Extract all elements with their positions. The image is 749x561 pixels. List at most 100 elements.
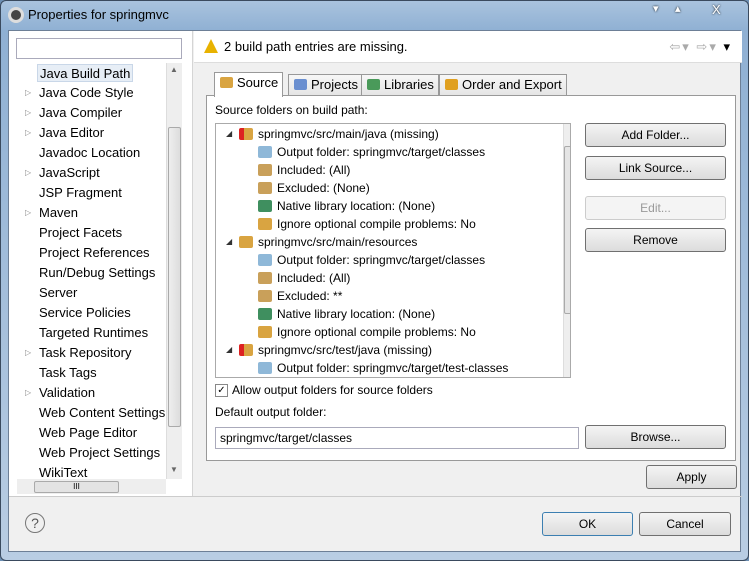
ok-button[interactable]: OK [542,512,633,536]
tab-source[interactable]: Source [214,72,284,97]
allow-output-label: Allow output folders for source folders [232,383,433,397]
sidebar-item[interactable]: Targeted Runtimes [39,324,148,342]
tree-item[interactable]: Output folder: springmvc/target/test-cla… [258,359,508,377]
cancel-button[interactable]: Cancel [639,512,731,536]
sidebar-item[interactable]: Service Policies [39,304,131,322]
ignore-problems-icon [258,326,272,338]
tree-item-label: Included: (All) [277,271,351,285]
sidebar-item[interactable]: Validation [39,384,95,402]
tab-label: Projects [311,77,358,92]
tab-icon [294,79,307,90]
tree-item-label: Ignore optional compile problems: No [277,325,476,339]
output-folder-icon [258,146,272,158]
close-button[interactable]: X [712,2,721,17]
window-title: Properties for springmvc [28,7,169,22]
tree-item[interactable]: Excluded: (None) [258,179,370,197]
allow-output-checkbox[interactable]: ✓ [215,384,228,397]
dialog-client: Java Build Path ▷ Java Code Style ▷ Java Com… [8,30,742,552]
expand-arrow-icon[interactable]: ▷ [25,384,31,402]
source-folders-tree[interactable]: ◢ springmvc/src/main/java (missing) Output… [215,123,571,378]
tree-item[interactable]: Ignore optional compile problems: No [258,215,476,233]
tab-label: Source [237,75,279,90]
tab-icon [220,77,233,88]
inclusion-filter-icon [258,272,272,284]
filter-input[interactable] [16,38,182,59]
collapse-arrow-icon[interactable]: ◢ [226,341,232,359]
tree-item[interactable]: Excluded: ** [258,287,342,305]
sidebar-item[interactable]: Web Page Editor [39,424,137,442]
package-folder-icon [239,236,253,248]
forward-arrow-icon[interactable]: ⇨▾ [696,39,717,54]
sidebar-item[interactable]: Web Content Settings [39,404,165,422]
tree-item[interactable]: Included: (All) [258,161,350,179]
expand-arrow-icon[interactable]: ▷ [25,204,31,222]
tree-item[interactable]: springmvc/src/main/java (missing) [239,125,439,143]
expand-arrow-icon[interactable]: ▷ [25,84,31,102]
link-source-button[interactable]: Link Source... [585,156,726,180]
tab-projects[interactable]: Projects [288,74,363,96]
tree-item-label: Native library location: (None) [277,307,436,321]
tree-item-label: Output folder: springmvc/target/classes [277,145,486,159]
edit-button[interactable]: Edit... [585,196,726,220]
tree-item-label: Output folder: springmvc/target/test-cla… [277,361,509,375]
sidebar-item[interactable]: Run/Debug Settings [39,264,155,282]
expand-arrow-icon[interactable]: ▷ [25,344,31,362]
sidebar-item[interactable]: Java Editor [39,124,104,142]
sidebar-item[interactable]: Task Repository [39,344,131,362]
sidebar-item[interactable]: Javadoc Location [39,144,140,162]
scroll-down-arrow-icon[interactable]: ▼ [170,465,178,474]
sidebar-item[interactable]: Java Build Path [37,64,134,82]
tab-label: Libraries [384,77,434,92]
tree-item[interactable]: Included: (All) [258,269,350,287]
tab-order-and-export[interactable]: Order and Export [439,74,567,96]
collapse-arrow-icon[interactable]: ◢ [226,125,232,143]
tree-item[interactable]: Ignore optional compile problems: No [258,323,476,341]
tree-item[interactable]: Native library location: (None) [258,197,435,215]
collapse-arrow-icon[interactable]: ◢ [226,233,232,251]
tree-item[interactable]: Output folder: springmvc/target/classes [258,251,485,269]
tree-item-label: Ignore optional compile problems: No [277,217,476,231]
minimize-button[interactable]: ▾ [653,2,659,15]
menu-dropdown-icon[interactable]: ▾ [723,39,732,54]
ignore-problems-icon [258,218,272,230]
tree-item-label: Native library location: (None) [277,199,436,213]
default-output-field[interactable]: springmvc/target/classes [215,427,579,449]
expand-arrow-icon[interactable]: ▷ [25,104,31,122]
output-folder-icon [258,362,272,374]
add-folder-button[interactable]: Add Folder... [585,123,726,147]
inclusion-filter-icon [258,164,272,176]
scroll-up-arrow-icon[interactable]: ▲ [170,65,178,74]
history-nav[interactable]: ⇦▾ ⇨▾ ▾ [669,39,732,55]
sidebar-item[interactable]: Java Code Style [39,84,134,102]
sidebar-item[interactable]: Project Facets [39,224,122,242]
message-text: 2 build path entries are missing. [224,39,408,54]
tab-libraries[interactable]: Libraries [361,74,439,96]
tab-icon [445,79,458,90]
sidebar-item[interactable]: Maven [39,204,78,222]
expand-arrow-icon[interactable]: ▷ [25,124,31,142]
sidebar-item[interactable]: Project References [39,244,150,262]
help-icon[interactable]: ? [25,513,45,533]
tree-item-label: Included: (All) [277,163,351,177]
missing-package-folder-icon [239,344,253,356]
tree-scroll-thumb[interactable] [564,146,570,314]
tree-item[interactable]: Native library location: (None) [258,305,435,323]
back-arrow-icon[interactable]: ⇦▾ [669,39,690,54]
tree-item[interactable]: springmvc/src/main/resources [239,233,417,251]
sidebar-item[interactable]: Server [39,284,77,302]
sidebar-item[interactable]: Java Compiler [39,104,122,122]
remove-button[interactable]: Remove [585,228,726,252]
missing-package-folder-icon [239,128,253,140]
sidebar-item[interactable]: Web Project Settings [39,444,160,462]
sidebar-item[interactable]: JavaScript [39,164,100,182]
browse-button[interactable]: Browse... [585,425,726,449]
sidebar-scroll-thumb[interactable] [168,127,181,427]
expand-arrow-icon[interactable]: ▷ [25,164,31,182]
tree-item[interactable]: Output folder: springmvc/target/classes [258,143,485,161]
sidebar-item[interactable]: Task Tags [39,364,97,382]
maximize-button[interactable]: ▴ [675,2,681,15]
apply-button[interactable]: Apply [646,465,737,489]
tree-item[interactable]: springmvc/src/test/java (missing) [239,341,432,359]
sidebar-hscroll-thumb[interactable]: III [34,481,119,493]
sidebar-item[interactable]: JSP Fragment [39,184,122,202]
